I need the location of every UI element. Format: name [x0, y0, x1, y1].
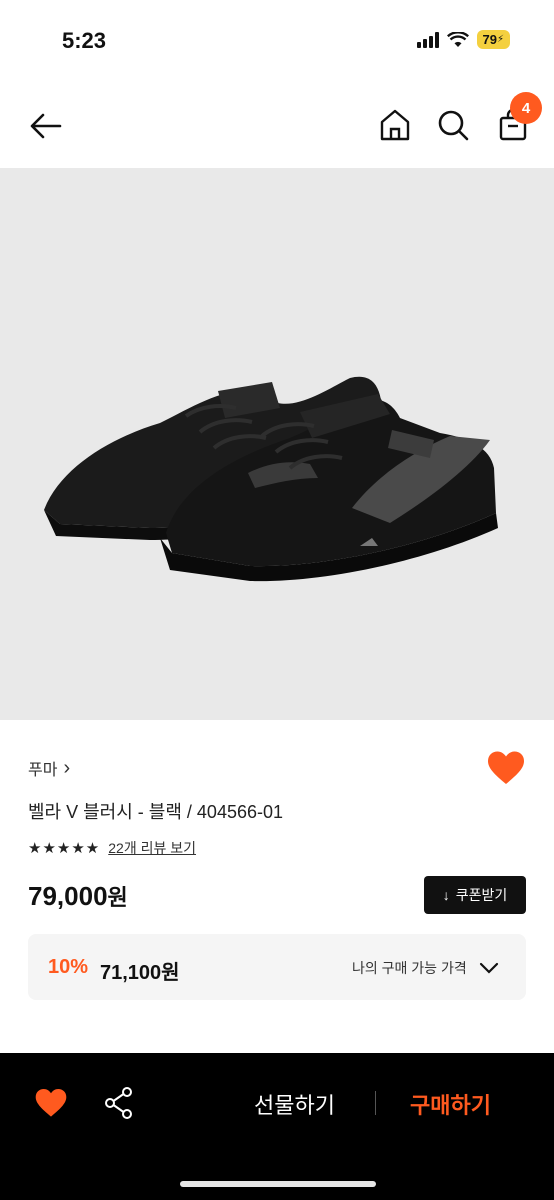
signal-icon	[416, 31, 439, 48]
product-price: 79,000원	[28, 880, 128, 912]
rating-row: ★★★★★ 22개 리뷰 보기	[28, 838, 196, 858]
divider	[375, 1091, 376, 1115]
rating-stars: ★★★★★	[28, 840, 101, 857]
discount-price: 71,100원	[100, 962, 180, 984]
brand-link[interactable]: 푸마 ›	[28, 756, 70, 780]
wifi-icon	[446, 31, 469, 47]
price-value: 79,000	[28, 881, 108, 911]
chevron-down-icon	[479, 962, 498, 974]
coupon-label: 쿠폰받기	[455, 887, 508, 903]
wishlist-button[interactable]	[486, 750, 526, 786]
battery-icon: 79 ⚡	[476, 30, 510, 49]
download-icon: ↓	[442, 887, 450, 903]
back-arrow-icon	[30, 113, 62, 139]
my-price-label: 나의 구매 가능 가격	[352, 960, 467, 976]
my-price-toggle[interactable]: 나의 구매 가능 가격	[352, 958, 499, 978]
bottom-action-bar	[0, 1053, 554, 1200]
home-indicator	[180, 1181, 376, 1187]
share-button[interactable]	[104, 1086, 134, 1120]
status-icons: 79 ⚡	[416, 30, 510, 49]
share-icon	[105, 1087, 132, 1119]
brand-name: 푸마	[28, 762, 58, 779]
sneaker-illustration	[44, 376, 498, 582]
gift-button[interactable]: 선물하기	[254, 1088, 335, 1120]
heart-icon	[488, 751, 524, 784]
search-button[interactable]	[436, 108, 470, 142]
coupon-button[interactable]: ↓ 쿠폰받기	[424, 876, 526, 914]
bottom-wishlist-button[interactable]	[34, 1087, 68, 1119]
home-button[interactable]	[378, 108, 412, 142]
search-icon	[438, 110, 469, 141]
cart-count-badge: 4	[510, 92, 542, 124]
home-icon	[380, 109, 410, 141]
product-name: 벨라 V 블러시 - 블랙 / 404566-01	[28, 802, 284, 822]
buy-button[interactable]: 구매하기	[410, 1088, 491, 1120]
review-link[interactable]: 22개 리뷰 보기	[108, 838, 196, 858]
discount-percent: 10%	[48, 956, 89, 978]
status-time: 5:23	[62, 28, 107, 53]
battery-level: 79	[482, 32, 497, 47]
heart-icon	[35, 1088, 67, 1117]
chevron-right-icon: ›	[63, 757, 71, 779]
price-unit: 원	[107, 885, 128, 910]
back-button[interactable]	[28, 108, 64, 144]
product-image[interactable]	[0, 168, 554, 720]
